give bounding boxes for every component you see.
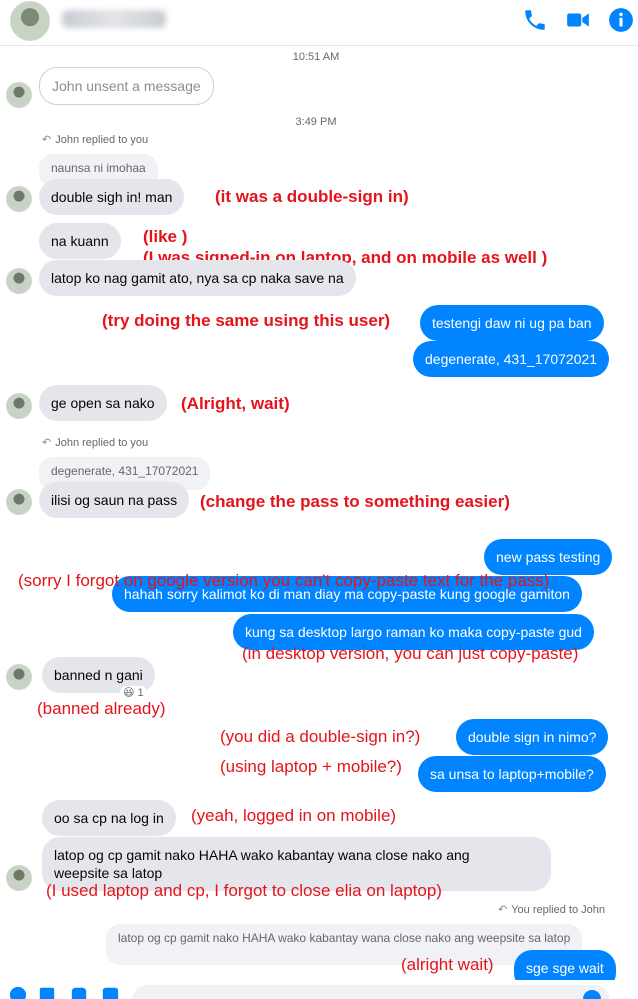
annotation: (yeah, logged in on mobile) <box>191 806 397 825</box>
reply-label: ↶ You replied to John <box>498 903 605 916</box>
reply-label-text: You replied to John <box>511 904 605 916</box>
contact-name-blurred[interactable] <box>62 10 166 28</box>
contact-avatar-small[interactable] <box>6 186 32 212</box>
contact-avatar-small[interactable] <box>6 82 32 108</box>
reply-arrow-icon: ↶ <box>42 437 52 449</box>
phone-icon[interactable] <box>522 7 548 33</box>
info-icon[interactable] <box>608 7 634 33</box>
annotation: (it was a double-sign in) <box>215 187 409 206</box>
outgoing-message[interactable]: double sign in nimo? <box>456 719 609 755</box>
contact-avatar-small[interactable] <box>6 865 32 891</box>
incoming-message[interactable]: latop ko nag gamit ato, nya sa cp naka s… <box>39 260 356 296</box>
annotation: (using laptop + mobile?) <box>220 757 402 776</box>
reply-label-text: John replied to you <box>55 437 149 449</box>
outgoing-message[interactable]: testengi daw ni ug pa ban <box>420 305 604 341</box>
reply-label: ↶ John replied to you <box>42 436 148 449</box>
annotation: (Alright, wait) <box>181 394 290 413</box>
sticker-icon[interactable] <box>70 986 88 999</box>
annotation: (alright wait) <box>401 955 494 974</box>
timestamp: 3:49 PM <box>295 116 337 128</box>
annotation: (sorry I forgot on google version you ca… <box>18 571 550 590</box>
message-line: latop og cp gamit nako HAHA wako kabanta… <box>54 847 470 863</box>
image-icon[interactable] <box>38 986 56 999</box>
reaction-count: 1 <box>137 687 144 699</box>
contact-avatar-small[interactable] <box>6 393 32 419</box>
annotation: (change the pass to something easier) <box>200 492 510 511</box>
message-line: weepsite sa latop <box>54 865 163 881</box>
reply-arrow-icon: ↶ <box>498 904 508 916</box>
outgoing-message[interactable]: sa unsa to laptop+mobile? <box>418 756 606 792</box>
contact-avatar-small[interactable] <box>6 664 32 690</box>
incoming-message[interactable]: ilisi og saun na pass <box>39 482 190 518</box>
contact-avatar-small[interactable] <box>6 489 32 515</box>
annotation: (like ) <box>143 227 188 246</box>
timestamp: 10:51 AM <box>292 51 340 63</box>
incoming-message[interactable]: ge open sa nako <box>39 385 167 421</box>
emoji-icon[interactable] <box>582 989 602 999</box>
plus-circle-icon[interactable] <box>9 986 27 999</box>
reply-label: ↶ John replied to you <box>42 133 148 146</box>
annotation: (in desktop version, you can just copy-p… <box>242 644 579 663</box>
quoted-message[interactable]: latop og cp gamit nako HAHA wako kabanta… <box>106 924 583 965</box>
contact-avatar-small[interactable] <box>6 268 32 294</box>
reply-label-text: John replied to you <box>55 134 149 146</box>
contact-avatar[interactable] <box>10 1 50 41</box>
outgoing-message[interactable]: new pass testing <box>484 539 613 575</box>
video-camera-icon[interactable] <box>565 7 591 33</box>
reaction-badge[interactable]: 😆 1 <box>120 686 147 699</box>
incoming-message[interactable]: na kuann <box>39 223 121 259</box>
message-input[interactable] <box>132 985 610 999</box>
annotation: (you did a double-sign in?) <box>220 727 421 746</box>
annotation: (I used laptop and cp, I forgot to close… <box>46 881 442 900</box>
conversation-header <box>0 0 638 46</box>
reply-arrow-icon: ↶ <box>42 134 52 146</box>
incoming-message[interactable]: oo sa cp na log in <box>42 800 176 836</box>
unsent-message: John unsent a message <box>39 67 214 105</box>
outgoing-message[interactable]: degenerate, 431_17072021 <box>413 341 610 377</box>
laugh-emoji-icon: 😆 <box>123 687 135 699</box>
annotation: (banned already) <box>37 699 166 718</box>
gif-icon[interactable] <box>101 986 119 999</box>
annotation: (try doing the same using this user) <box>102 311 391 330</box>
incoming-message[interactable]: double sigh in! man <box>39 179 185 215</box>
